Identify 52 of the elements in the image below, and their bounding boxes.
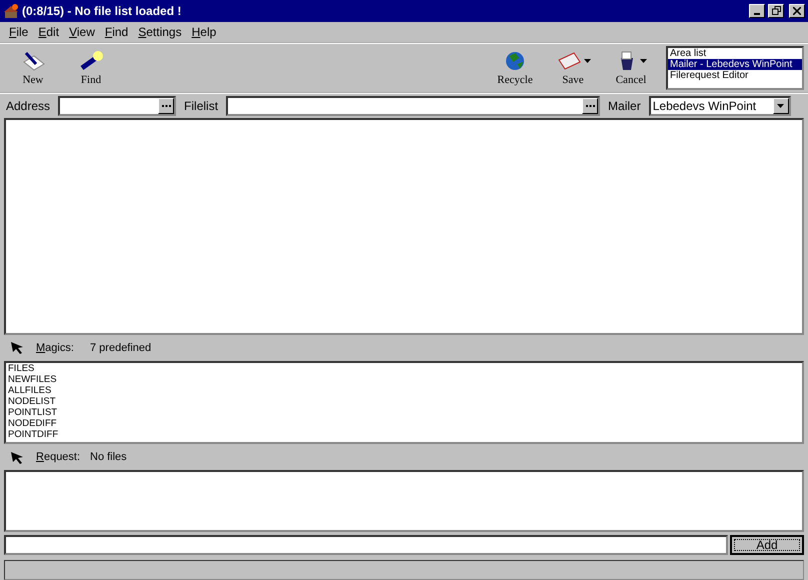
- address-field[interactable]: [58, 96, 176, 116]
- filelist-field[interactable]: [226, 96, 600, 116]
- restore-button[interactable]: [768, 4, 784, 18]
- toolbar-button[interactable]: Find: [62, 46, 120, 90]
- caret-icon: [777, 104, 784, 108]
- field-label: Mailer: [607, 98, 642, 113]
- cursor-arrow-icon: [10, 341, 24, 354]
- toolbar-button[interactable]: Save: [544, 46, 602, 90]
- toolbar-button[interactable]: Recycle: [486, 46, 544, 90]
- magic-item[interactable]: POINTDIFF: [6, 428, 802, 440]
- ellipsis-icon: [162, 104, 171, 107]
- flashlight-icon: [78, 50, 104, 72]
- menu-item[interactable]: Edit: [33, 24, 64, 39]
- magic-item[interactable]: FILES: [6, 362, 802, 374]
- magics-count: 7 predefined: [90, 342, 152, 354]
- magics-label: Magics:: [36, 342, 75, 354]
- ellipsis-icon: [586, 104, 595, 107]
- add-button[interactable]: Add: [730, 535, 804, 556]
- minimize-icon: [754, 12, 760, 15]
- window-title: (0:8/15) - No file list loaded !: [22, 4, 182, 18]
- app-icon: [3, 2, 19, 19]
- magic-item[interactable]: NEWFILES: [6, 374, 802, 385]
- cursor-arrow-icon: [10, 450, 24, 464]
- globe-icon: [503, 50, 527, 72]
- menu-item[interactable]: Help: [186, 24, 222, 39]
- input-field[interactable]: [4, 535, 728, 556]
- request-count: No files: [90, 451, 127, 464]
- request-label: Request:: [36, 451, 78, 464]
- browse-button[interactable]: [158, 98, 174, 114]
- magic-item[interactable]: NODEDIFF: [6, 418, 802, 429]
- dropdown-button[interactable]: [772, 98, 789, 114]
- close-button[interactable]: [789, 4, 805, 18]
- caret-icon: [584, 58, 590, 63]
- browse-button[interactable]: [582, 98, 598, 114]
- magic-item[interactable]: POINTLIST: [6, 406, 802, 418]
- view-list-item[interactable]: Mailer - Lebedevs WinPoint: [668, 58, 802, 70]
- mailer-dropdown[interactable]: Lebedevs WinPoint: [648, 96, 791, 116]
- minimize-button[interactable]: [749, 4, 765, 18]
- field-label: Filelist: [183, 98, 220, 113]
- magic-item[interactable]: NODELIST: [6, 396, 802, 407]
- close-icon: [793, 6, 801, 15]
- menu-item[interactable]: Settings: [133, 24, 187, 39]
- toolbar-button[interactable]: New: [4, 46, 62, 90]
- caret-icon: [640, 58, 646, 63]
- menu-item[interactable]: File: [4, 24, 34, 39]
- field-label: Address: [5, 98, 52, 113]
- magic-item[interactable]: ALLFILES: [6, 384, 802, 396]
- restore-icon: [772, 6, 780, 16]
- menu-item[interactable]: Find: [100, 24, 134, 39]
- toolbar-button[interactable]: Cancel: [602, 46, 660, 90]
- menu-item[interactable]: View: [64, 24, 100, 39]
- envelope-icon: [556, 50, 582, 72]
